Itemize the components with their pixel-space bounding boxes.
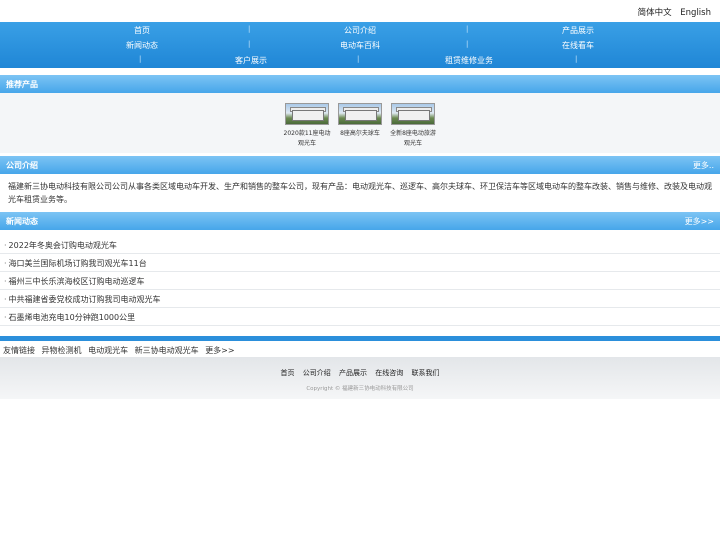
nav-row-1: 首页 | 公司介绍 | 产品展示: [0, 25, 720, 40]
news-title: 新闻动态: [6, 217, 38, 226]
news-item-title[interactable]: 石墨烯电池充电10分钟跑1000公里: [9, 313, 136, 322]
friend-link[interactable]: 异物检测机: [42, 346, 82, 355]
friend-links: 友情链接 异物检测机 电动观光车 新三协电动观光车 更多>>: [3, 345, 239, 356]
news-item[interactable]: · 2022年冬奥会订购电动观光车: [4, 240, 117, 251]
nav-separator: |: [139, 55, 142, 63]
friend-link[interactable]: 电动观光车: [88, 346, 128, 355]
nav-ev-wiki[interactable]: 电动车百科: [305, 40, 415, 51]
nav-separator: |: [357, 55, 360, 63]
divider-strip: [0, 336, 720, 341]
nav-row-2: 新闻动态 | 电动车百科 | 在线看车: [0, 40, 720, 55]
bullet-icon: ·: [4, 313, 7, 322]
footer-link-contact[interactable]: 联系我们: [411, 369, 439, 377]
news-more-link[interactable]: 更多>>: [685, 216, 714, 227]
bullet-icon: ·: [4, 259, 7, 268]
news-item[interactable]: · 中共福建省委党校成功订购我司电动观光车: [4, 294, 161, 305]
cart-body: [292, 110, 324, 121]
news-item[interactable]: · 石墨烯电池充电10分钟跑1000公里: [4, 312, 135, 323]
friend-links-more[interactable]: 更多>>: [205, 346, 234, 355]
nav-customers[interactable]: 客户展示: [196, 55, 306, 66]
footer-link-products[interactable]: 产品展示: [339, 369, 367, 377]
top-bar: 简体中文 English: [0, 0, 720, 22]
product-card[interactable]: 全新8座电动旅游观光车: [389, 103, 437, 149]
footer-link-about[interactable]: 公司介绍: [303, 369, 331, 377]
news-item-title[interactable]: 福州三中长乐滨海校区订购电动巡逻车: [9, 277, 145, 286]
nav-separator: |: [248, 40, 251, 48]
divider: [0, 289, 720, 290]
footer: [0, 357, 720, 399]
footer-link-consult[interactable]: 在线咨询: [375, 369, 403, 377]
divider: [0, 253, 720, 254]
footer-link-home[interactable]: 首页: [281, 369, 295, 377]
news-item[interactable]: · 福州三中长乐滨海校区订购电动巡逻车: [4, 276, 145, 287]
nav-separator: |: [575, 55, 578, 63]
main-nav: 首页 | 公司介绍 | 产品展示 新闻动态 | 电动车百科 | 在线看车 | 客…: [0, 22, 720, 68]
nav-about[interactable]: 公司介绍: [305, 25, 415, 36]
product-card[interactable]: 2020款11座电动观光车: [283, 103, 331, 149]
product-image[interactable]: [391, 103, 435, 125]
product-name[interactable]: 全新8座电动旅游观光车: [389, 129, 437, 149]
nav-products[interactable]: 产品展示: [523, 25, 633, 36]
bullet-icon: ·: [4, 277, 7, 286]
nav-rental-repair[interactable]: 租赁维修业务: [414, 55, 524, 66]
products-header: 推荐产品: [0, 75, 720, 93]
news-item-title[interactable]: 中共福建省委党校成功订购我司电动观光车: [9, 295, 161, 304]
bullet-icon: ·: [4, 295, 7, 304]
language-switcher: 简体中文 English: [632, 6, 711, 18]
about-text: 福建新三协电动科技有限公司公司从事各类区域电动车开发、生产和销售的整车公司，现有…: [8, 182, 712, 204]
nav-home[interactable]: 首页: [87, 25, 197, 36]
news-item-title[interactable]: 2022年冬奥会订购电动观光车: [9, 241, 117, 250]
lang-en-link[interactable]: English: [680, 8, 711, 18]
about-title: 公司介绍: [6, 161, 38, 170]
nav-separator: |: [466, 40, 469, 48]
bullet-icon: ·: [4, 241, 7, 250]
product-card[interactable]: 8座高尔夫球车: [336, 103, 384, 139]
about-header: 公司介绍 更多..: [0, 156, 720, 174]
news-header: 新闻动态 更多>>: [0, 212, 720, 230]
product-image[interactable]: [338, 103, 382, 125]
nav-row-3: | 客户展示 | 租赁维修业务 |: [0, 55, 720, 70]
copyright: Copyright © 福建新三协电动科技有限公司: [306, 386, 414, 392]
about-more-link[interactable]: 更多..: [693, 160, 714, 171]
friend-links-label: 友情链接: [3, 346, 35, 355]
products-title: 推荐产品: [6, 80, 38, 89]
product-image[interactable]: [285, 103, 329, 125]
cart-body: [345, 110, 377, 121]
cart-body: [398, 110, 430, 121]
product-name[interactable]: 8座高尔夫球车: [336, 129, 384, 139]
nav-separator: |: [466, 25, 469, 33]
footer-nav: 首页 公司介绍 产品展示 在线咨询 联系我们: [0, 368, 720, 378]
lang-zh-link[interactable]: 简体中文: [638, 8, 672, 18]
nav-online-view[interactable]: 在线看车: [523, 40, 633, 51]
nav-separator: |: [248, 25, 251, 33]
nav-news[interactable]: 新闻动态: [87, 40, 197, 51]
product-name[interactable]: 2020款11座电动观光车: [283, 129, 331, 149]
news-item-title[interactable]: 海口美兰国际机场订购我司观光车11台: [9, 259, 147, 268]
divider: [0, 271, 720, 272]
friend-link[interactable]: 新三协电动观光车: [135, 346, 199, 355]
divider: [0, 325, 720, 326]
divider: [0, 307, 720, 308]
news-item[interactable]: · 海口美兰国际机场订购我司观光车11台: [4, 258, 147, 269]
